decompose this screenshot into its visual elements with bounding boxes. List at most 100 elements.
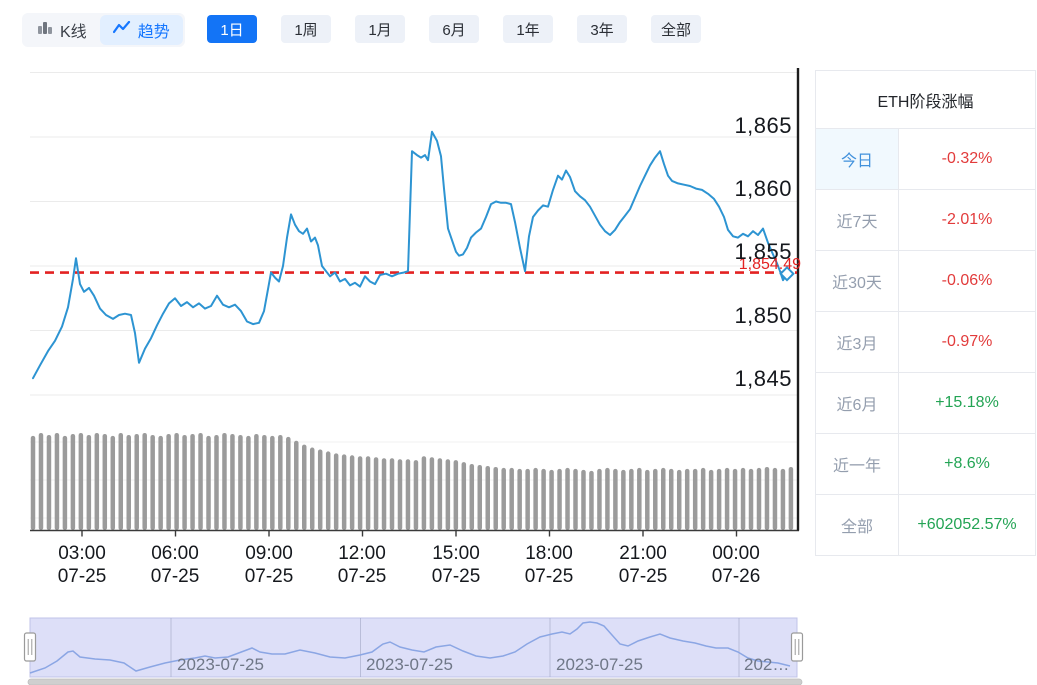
volume-bar [597, 469, 602, 530]
volume-bar [422, 456, 427, 530]
volume-bar [310, 448, 315, 530]
horizontal-scrollbar[interactable] [28, 679, 802, 685]
volume-bar [158, 436, 163, 530]
volume-bar [214, 435, 219, 530]
panel-row-3m: 近3月 -0.97% [816, 312, 1035, 373]
range-button-1y[interactable]: 1年 [503, 15, 553, 43]
kline-icon [37, 20, 53, 41]
volume-bar [103, 434, 108, 530]
volume-bar [262, 435, 267, 530]
volume-bar [374, 457, 379, 530]
volume-bar [238, 435, 243, 530]
volume-bar [406, 459, 411, 530]
volume-bar [318, 449, 323, 530]
navigator-date-label: 2023-07-25 [366, 655, 453, 675]
navigator-handle-right[interactable] [792, 633, 803, 661]
volume-bar [63, 436, 68, 530]
volume-bar [581, 470, 586, 530]
volume-bar [517, 469, 522, 530]
range-button-6m[interactable]: 6月 [429, 15, 479, 43]
volume-bar [95, 433, 100, 530]
volume-bar [621, 470, 626, 530]
volume-bar [717, 469, 722, 530]
range-button-1w[interactable]: 1周 [281, 15, 331, 43]
volume-bar [174, 433, 179, 530]
volume-bar [661, 468, 666, 530]
volume-bar [206, 436, 211, 530]
panel-row-6m: 近6月 +15.18% [816, 373, 1035, 434]
y-axis-label: 1,855 [734, 241, 792, 263]
price-chart-plot[interactable] [0, 55, 810, 600]
chart-type-switcher: K线 趋势 [22, 13, 185, 47]
volume-bar [470, 464, 475, 530]
volume-bar [541, 469, 546, 530]
volume-bar [454, 460, 459, 530]
price-line [33, 132, 787, 378]
navigator-date-label: 202… [744, 655, 789, 675]
volume-bar [198, 433, 203, 530]
x-axis-label: 21:0007-25 [597, 542, 689, 588]
volume-bar [222, 433, 227, 530]
volume-bar [725, 468, 730, 530]
panel-row-all: 全部 +602052.57% [816, 495, 1035, 555]
tab-kline[interactable]: K线 [24, 15, 100, 45]
volume-bar [87, 435, 92, 530]
tab-trend-label: 趋势 [138, 18, 170, 42]
trend-icon [113, 21, 131, 40]
range-button-3y[interactable]: 3年 [577, 15, 627, 43]
volume-bar [741, 468, 746, 530]
y-axis-label: 1,845 [734, 368, 792, 390]
navigator-handle-left[interactable] [25, 633, 36, 661]
y-axis-label: 1,850 [734, 305, 792, 327]
volume-bar [230, 434, 235, 530]
volume-bar [533, 468, 538, 530]
tab-trend[interactable]: 趋势 [100, 15, 183, 45]
range-button-1d[interactable]: 1日 [207, 15, 257, 43]
volume-bar [246, 436, 251, 530]
volume-bar [757, 468, 762, 530]
volume-bar [278, 435, 283, 530]
volume-bar [254, 434, 259, 530]
y-axis-label: 1,860 [734, 178, 792, 200]
y-axis-label: 1,865 [734, 115, 792, 137]
panel-row-1y: 近一年 +8.6% [816, 434, 1035, 495]
x-axis-label: 12:0007-25 [316, 542, 408, 588]
range-button-all[interactable]: 全部 [651, 15, 701, 43]
x-axis-label: 15:0007-25 [410, 542, 502, 588]
volume-bar [749, 469, 754, 530]
volume-bar [302, 445, 307, 530]
panel-row-30d: 近30天 -0.06% [816, 251, 1035, 312]
volume-bar [438, 458, 443, 530]
volume-bar [190, 434, 195, 530]
x-axis-label: 18:0007-25 [503, 542, 595, 588]
volume-bar [414, 460, 419, 530]
volume-bar [605, 468, 610, 530]
volume-bar [71, 434, 76, 530]
volume-bar [350, 455, 355, 530]
panel-row-7d: 近7天 -2.01% [816, 190, 1035, 251]
volume-bar [166, 434, 171, 530]
volume-bars [31, 433, 793, 530]
volume-bar [478, 465, 483, 530]
volume-bar [142, 433, 147, 530]
range-button-1m[interactable]: 1月 [355, 15, 405, 43]
volume-bar [79, 433, 84, 530]
volume-bar [286, 437, 291, 530]
volume-bar [382, 458, 387, 530]
volume-bar [781, 469, 786, 530]
volume-bar [55, 433, 60, 530]
tab-kline-label: K线 [60, 18, 87, 42]
volume-bar [525, 469, 530, 530]
volume-bar [326, 451, 331, 530]
navigator-date-label: 2023-07-25 [177, 655, 264, 675]
navigator-date-label: 2023-07-25 [556, 655, 643, 675]
volume-bar [701, 468, 706, 530]
volume-bar [501, 468, 506, 530]
volume-bar [653, 469, 658, 530]
panel-row-today: 今日 -0.32% [816, 129, 1035, 190]
volume-bar [613, 469, 618, 530]
x-axis-label: 00:0007-26 [690, 542, 782, 588]
volume-bar [134, 434, 139, 530]
x-axis-label: 03:0007-25 [36, 542, 128, 588]
volume-bar [111, 436, 116, 530]
